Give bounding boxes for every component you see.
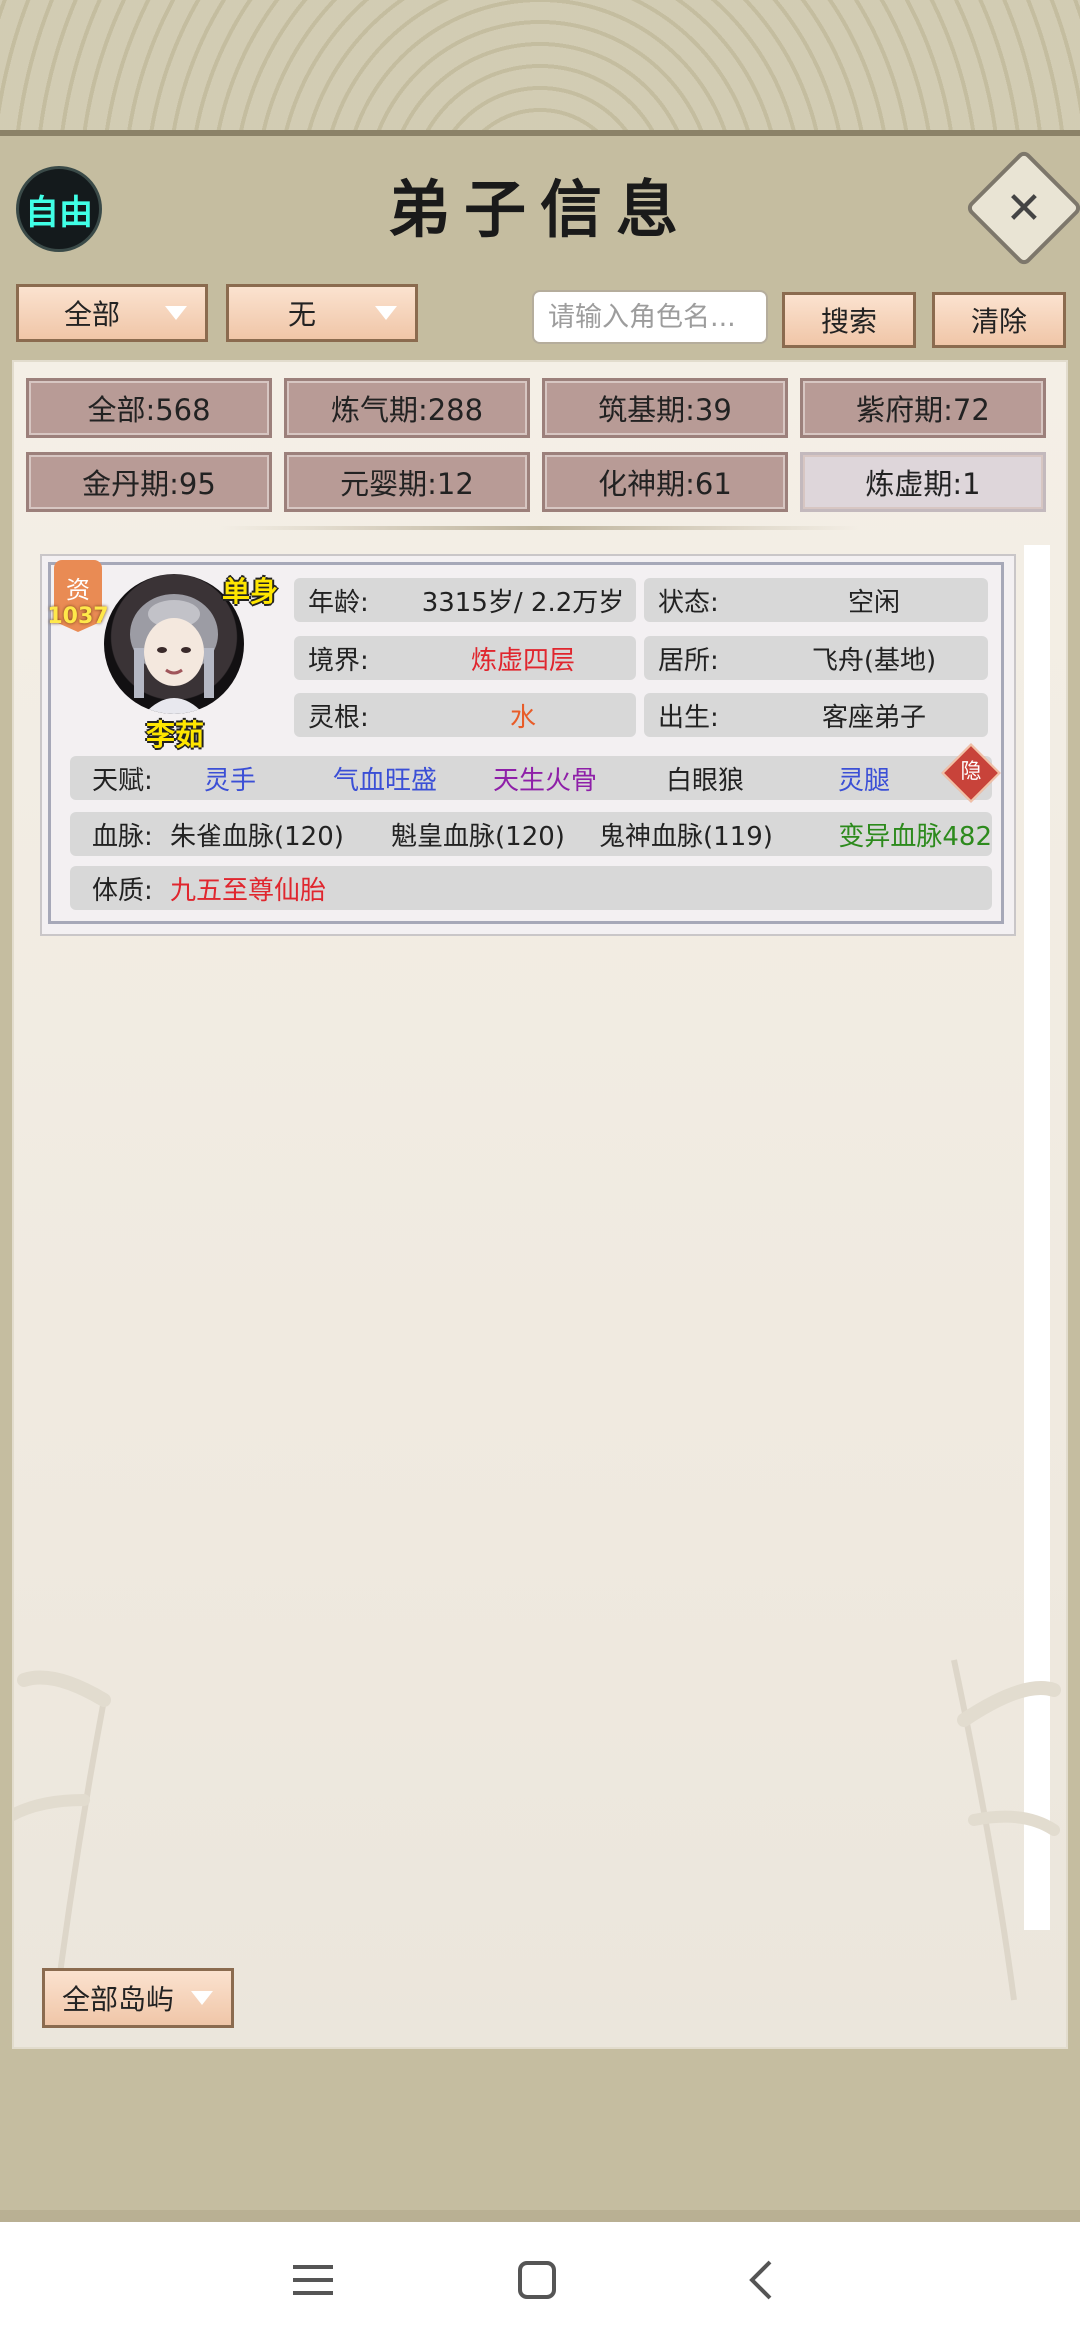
hidden-talent-label: 隐 <box>960 759 982 783</box>
chevron-down-icon <box>165 306 187 320</box>
origin-value: 客座弟子 <box>821 702 926 733</box>
talent-item: 白眼狼 <box>665 765 744 796</box>
tab-foundation[interactable]: 筑基期:39 <box>542 378 788 438</box>
tab-nascent-soul[interactable]: 元婴期:12 <box>284 452 530 512</box>
talent-item: 灵手 <box>203 765 256 796</box>
age-value: 3315岁/ 2.2万岁 <box>421 587 625 618</box>
bloodline-row: 血脉: 朱雀血脉(120) 魁皇血脉(120) 鬼神血脉(119) 变异血脉48… <box>70 812 992 856</box>
category-dropdown-label: 全部 <box>63 298 120 331</box>
origin-field: 出生: 客座弟子 <box>644 693 988 737</box>
search-button[interactable]: 搜索 <box>782 292 916 348</box>
aptitude-value: 1037 <box>47 604 109 629</box>
bloodline-item: 朱雀血脉(120) <box>170 821 344 852</box>
spirit-root-field: 灵根: 水 <box>294 693 636 737</box>
chevron-down-icon <box>191 1991 213 2005</box>
back-icon-glyph <box>749 2260 772 2300</box>
home-icon[interactable] <box>502 2248 572 2312</box>
status-field: 状态: 空闲 <box>644 578 988 622</box>
bloodline-item: 魁皇血脉(120) <box>391 821 565 852</box>
tab-golden-core[interactable]: 金丹期:95 <box>26 452 272 512</box>
menu-icon[interactable] <box>278 2248 348 2312</box>
bloodline-item: 鬼神血脉(119) <box>599 821 773 852</box>
spirit-root-label: 灵根: <box>308 702 369 733</box>
tab-purple-mansion[interactable]: 紫府期:72 <box>800 378 1046 438</box>
status-value: 空闲 <box>847 587 900 618</box>
residence-field: 居所: 飞舟(基地) <box>644 636 988 680</box>
menu-icon-glyph <box>293 2265 333 2295</box>
close-icon: ✕ <box>1005 182 1043 234</box>
mode-button[interactable]: 自由 <box>16 166 102 252</box>
clear-button[interactable]: 清除 <box>932 292 1066 348</box>
realm-label: 境界: <box>308 645 369 676</box>
talent-item: 天生火骨 <box>492 765 597 796</box>
relationship-tag: 单身 <box>222 575 279 608</box>
bamboo-decoration-icon <box>14 1659 1061 2021</box>
physique-label: 体质: <box>92 875 153 906</box>
age-label: 年龄: <box>308 587 369 618</box>
divider <box>220 526 860 530</box>
bottom-decoration <box>0 2210 1080 2222</box>
talents-row: 天赋: 灵手 气血旺盛 天生火骨 白眼狼 灵腿 <box>70 756 992 800</box>
tab-void-refining[interactable]: 炼虚期:1 <box>800 452 1046 512</box>
origin-label: 出生: <box>658 702 719 733</box>
realm-value: 炼虚四层 <box>470 645 575 676</box>
age-field: 年龄: 3315岁/ 2.2万岁 <box>294 578 636 622</box>
residence-value: 飞舟(基地) <box>811 645 937 676</box>
tab-all[interactable]: 全部:568 <box>26 378 272 438</box>
island-dropdown[interactable]: 全部岛屿 <box>42 1968 234 2028</box>
tab-spirit-transformation[interactable]: 化神期:61 <box>542 452 788 512</box>
back-icon[interactable] <box>726 2248 796 2312</box>
island-dropdown-label: 全部岛屿 <box>61 1983 174 2016</box>
spirit-root-value: 水 <box>509 702 536 733</box>
talent-item: 灵腿 <box>837 765 890 796</box>
page-title: 弟子信息 <box>387 173 692 246</box>
sub-filter-dropdown[interactable]: 无 <box>226 284 418 342</box>
bloodline-item: 变异血脉482 <box>838 821 992 852</box>
bloodline-label: 血脉: <box>92 821 153 852</box>
home-icon-glyph <box>518 2261 556 2299</box>
physique-row: 体质: 九五至尊仙胎 <box>70 866 992 910</box>
talents-label: 天赋: <box>92 765 153 796</box>
realm-field: 境界: 炼虚四层 <box>294 636 636 680</box>
search-input[interactable] <box>532 290 768 344</box>
residence-label: 居所: <box>658 645 719 676</box>
character-name: 李茹 <box>145 718 204 752</box>
category-dropdown[interactable]: 全部 <box>16 284 208 342</box>
sub-filter-dropdown-label: 无 <box>287 298 316 331</box>
talent-item: 气血旺盛 <box>332 765 437 796</box>
aptitude-label: 资 <box>66 576 90 604</box>
chevron-down-icon <box>375 306 397 320</box>
status-label: 状态: <box>658 587 719 618</box>
tab-qi-refining[interactable]: 炼气期:288 <box>284 378 530 438</box>
physique-value: 九五至尊仙胎 <box>170 875 327 906</box>
top-decoration <box>0 0 1080 140</box>
